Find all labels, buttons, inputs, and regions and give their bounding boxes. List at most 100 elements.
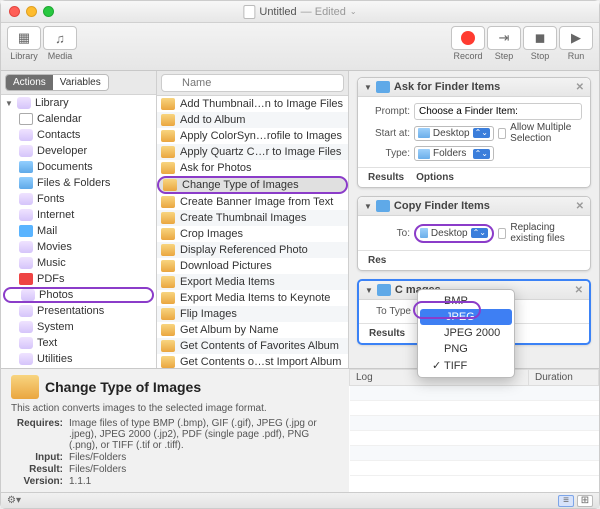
popup-value: Desktop [431, 228, 468, 239]
library-item[interactable]: Mail [1, 223, 156, 239]
dropdown-option[interactable]: JPEG 2000 [418, 325, 514, 341]
library-item[interactable]: System [1, 319, 156, 335]
action-label: Download Pictures [180, 260, 272, 272]
prompt-input[interactable] [414, 103, 582, 120]
action-row[interactable]: Crop Images [157, 226, 348, 242]
library-item[interactable]: Movies [1, 239, 156, 255]
folder-popup[interactable]: Folders⌃⌄ [414, 146, 494, 161]
library-item[interactable]: Files & Folders [1, 175, 156, 191]
view-grid-icon[interactable]: ⊞ [577, 495, 593, 507]
stop-label: Stop [523, 51, 557, 61]
library-item[interactable]: Fonts [1, 191, 156, 207]
library-item[interactable]: Calendar [1, 111, 156, 127]
library-root[interactable]: ▼ Library [1, 95, 156, 111]
log-table: LogDuration [349, 369, 599, 476]
popup-arrows-icon: ⌃⌄ [473, 149, 490, 159]
action-icon [161, 228, 175, 240]
action-row[interactable]: Add Thumbnail…n to Image Files [157, 96, 348, 112]
library-item[interactable]: Music [1, 255, 156, 271]
disclosure-triangle-icon[interactable]: ▼ [364, 202, 372, 211]
action-row[interactable]: Add to Album [157, 112, 348, 128]
action-icon [161, 146, 175, 158]
record-button[interactable]: Record [451, 26, 485, 61]
title-chevron-icon[interactable]: ⌄ [350, 7, 357, 16]
close-icon[interactable]: ✕ [576, 201, 584, 212]
view-list-icon[interactable]: ≡ [558, 495, 574, 507]
disclosure-triangle-icon[interactable]: ▼ [365, 286, 373, 295]
library-item[interactable]: Developer [1, 143, 156, 159]
workflow-action-header[interactable]: ▼ Copy Finder Items ✕ [358, 197, 590, 216]
library-item[interactable]: PDFs [1, 271, 156, 287]
action-row[interactable]: Apply ColorSyn…rofile to Images [157, 128, 348, 144]
action-row[interactable]: Get Contents of Favorites Album [157, 338, 348, 354]
dropdown-option[interactable]: BMP [418, 293, 514, 309]
image-type-dropdown[interactable]: BMPJPEGJPEG 2000PNG✓TIFF [417, 289, 515, 378]
folder-popup[interactable]: Desktop⌃⌄ [414, 224, 494, 243]
dropdown-option[interactable]: JPEG [420, 309, 512, 325]
zoom-window-button[interactable] [43, 6, 54, 17]
action-row[interactable]: Flip Images [157, 306, 348, 322]
action-label: Apply Quartz C…r to Image Files [180, 146, 341, 158]
library-item[interactable]: Documents [1, 159, 156, 175]
action-row[interactable]: Apply Quartz C…r to Image Files [157, 144, 348, 160]
action-row[interactable]: Create Banner Image from Text [157, 194, 348, 210]
library-item[interactable]: Photos [3, 287, 154, 303]
input-label: Input: [11, 452, 63, 463]
category-icon [19, 353, 33, 365]
search-input[interactable] [161, 74, 344, 92]
action-row[interactable]: Export Media Items [157, 274, 348, 290]
tab-variables[interactable]: Variables [53, 75, 108, 90]
window-controls [9, 6, 54, 17]
action-label: Change Type of Images [182, 179, 299, 191]
minimize-window-button[interactable] [26, 6, 37, 17]
action-icon [161, 292, 175, 304]
stop-button[interactable]: ◼ Stop [523, 26, 557, 61]
checkmark-icon: ✓ [432, 359, 440, 372]
action-row[interactable]: Export Media Items to Keynote [157, 290, 348, 306]
action-row[interactable]: Get Album by Name [157, 322, 348, 338]
media-icon: ♫ [55, 31, 65, 46]
results-tab[interactable]: Results [368, 172, 404, 183]
action-row[interactable]: Ask for Photos [157, 160, 348, 176]
action-row[interactable]: Download Pictures [157, 258, 348, 274]
folder-popup[interactable]: Desktop⌃⌄ [414, 126, 494, 141]
library-item-label: PDFs [37, 273, 65, 285]
workflow-action-title: Copy Finder Items [394, 200, 490, 212]
library-toolbar-button[interactable]: ▦ Library [7, 26, 41, 61]
library-item-label: Photos [39, 289, 73, 301]
dropdown-option[interactable]: PNG [418, 341, 514, 357]
action-label: Get Album by Name [180, 324, 278, 336]
media-toolbar-button[interactable]: ♫ Media [43, 26, 77, 61]
options-tab[interactable]: Options [416, 172, 454, 183]
library-item-label: Fonts [37, 193, 65, 205]
checkbox[interactable] [498, 228, 506, 239]
results-tab[interactable]: Results [369, 328, 405, 339]
workflow-action-header[interactable]: ▼Ask for Finder Items✕ [358, 78, 590, 97]
step-button[interactable]: ⇥ Step [487, 26, 521, 61]
library-item[interactable]: Contacts [1, 127, 156, 143]
workflow-action[interactable]: ▼Copy Finder Items✕To:Desktop⌃⌄Replacing… [357, 196, 591, 271]
close-icon[interactable]: ✕ [575, 285, 583, 296]
checkbox[interactable] [498, 128, 506, 139]
window-titlebar: Untitled — Edited ⌄ [1, 1, 599, 23]
results-tab[interactable]: Res [368, 255, 386, 266]
gear-menu-button[interactable]: ⚙︎▾ [7, 495, 21, 506]
run-button[interactable]: ▶ Run [559, 26, 593, 61]
action-row[interactable]: Change Type of Images [157, 176, 348, 194]
close-icon[interactable]: ✕ [576, 82, 584, 93]
duration-column-header[interactable]: Duration [529, 370, 599, 386]
workflow-action[interactable]: ▼Ask for Finder Items✕Prompt:Start at:De… [357, 77, 591, 188]
library-item[interactable]: Presentations [1, 303, 156, 319]
action-row[interactable]: Display Referenced Photo [157, 242, 348, 258]
disclosure-triangle-icon[interactable]: ▼ [364, 83, 372, 92]
description-text: This action converts images to the selec… [11, 403, 339, 414]
library-item[interactable]: Utilities [1, 351, 156, 367]
edited-indicator: — Edited [301, 6, 346, 18]
close-window-button[interactable] [9, 6, 20, 17]
action-row[interactable]: Create Thumbnail Images [157, 210, 348, 226]
tab-actions[interactable]: Actions [6, 75, 53, 90]
dropdown-option[interactable]: ✓TIFF [418, 357, 514, 374]
disclosure-triangle-icon[interactable]: ▼ [5, 99, 13, 108]
library-item[interactable]: Internet [1, 207, 156, 223]
library-item[interactable]: Text [1, 335, 156, 351]
